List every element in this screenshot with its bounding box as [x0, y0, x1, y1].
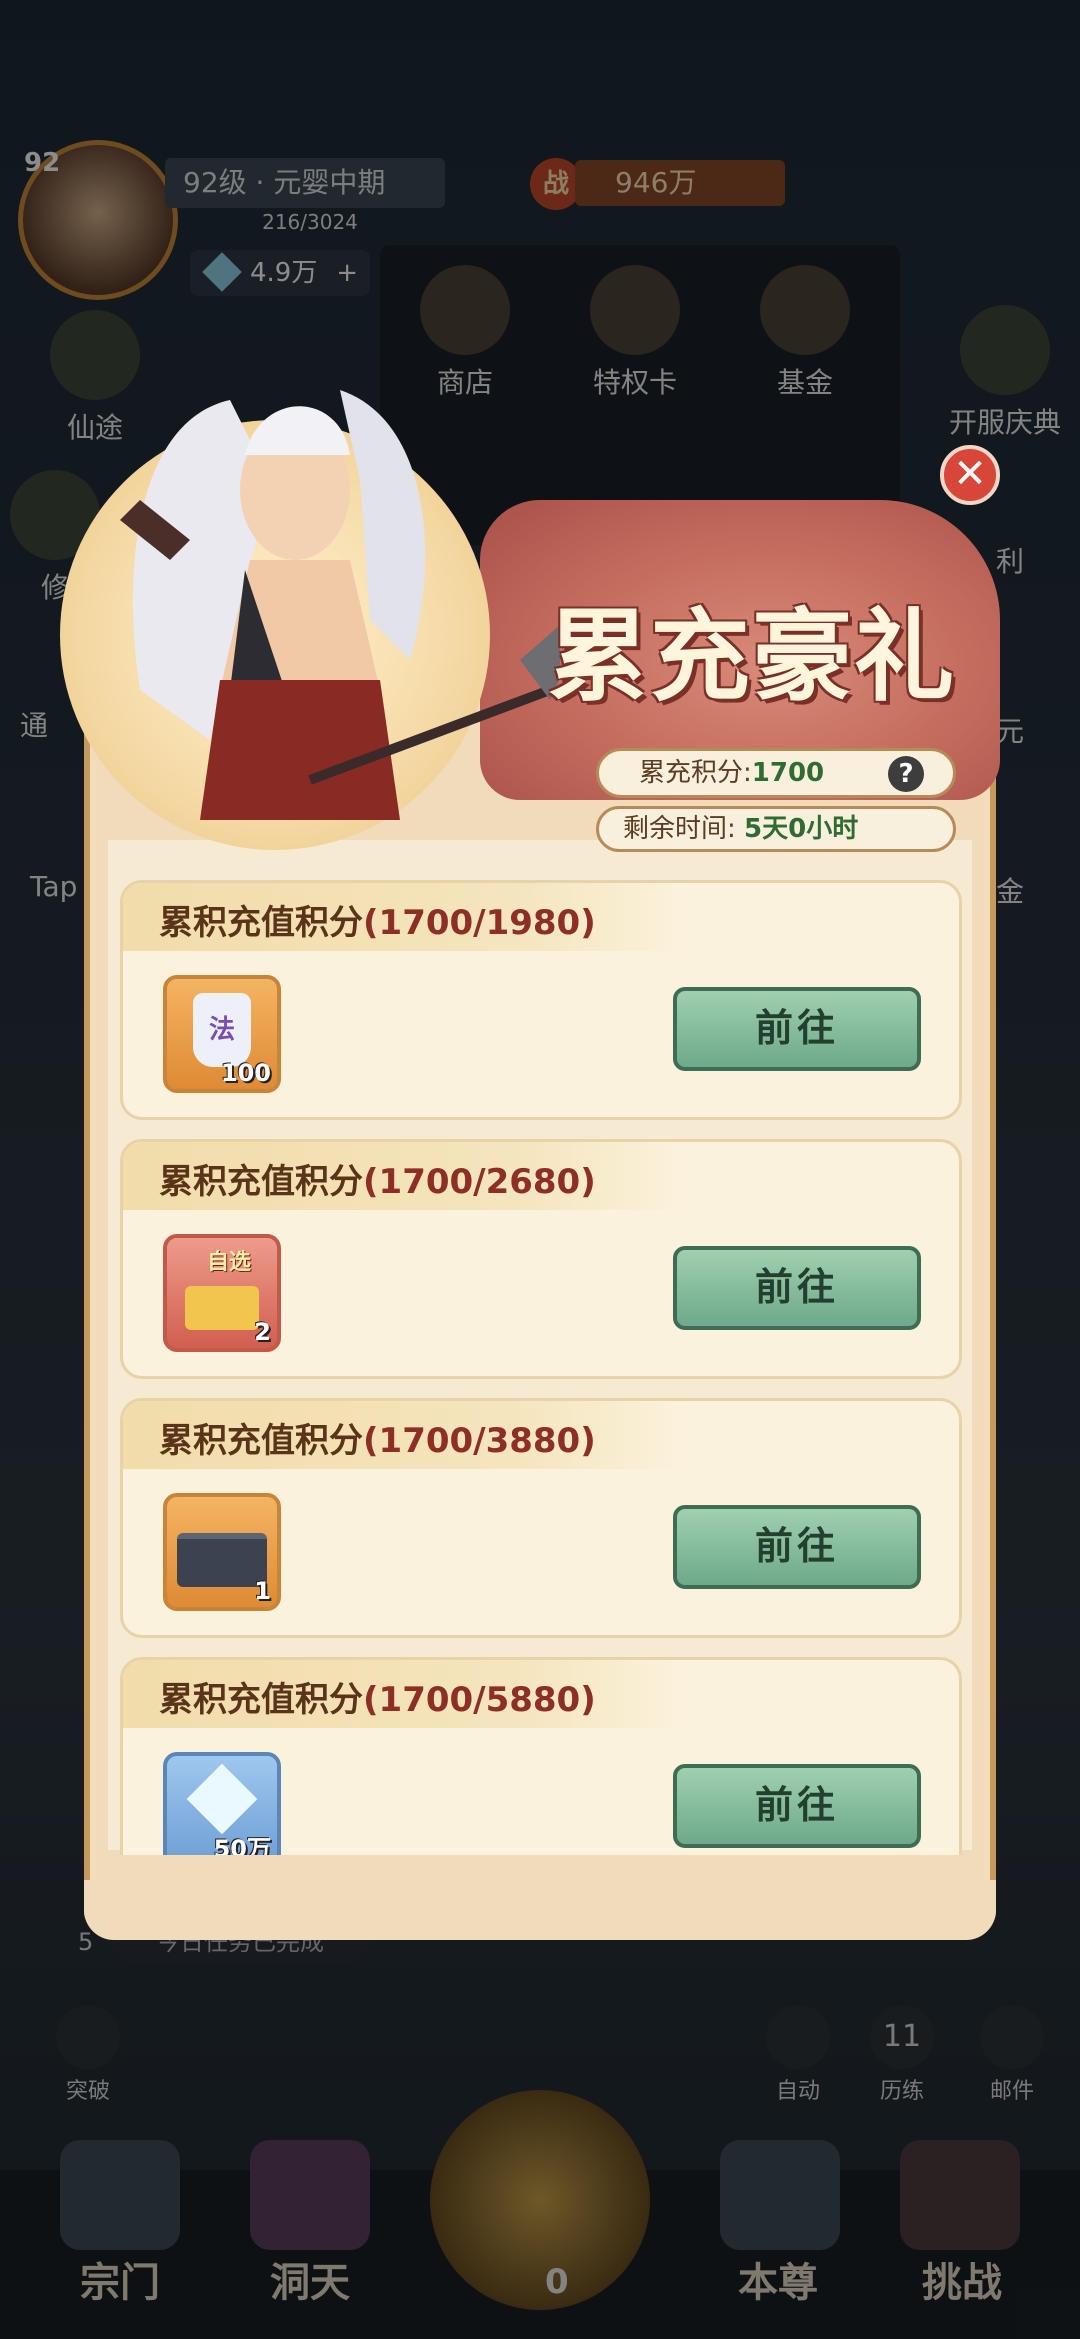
item-count: 50万	[213, 1835, 271, 1855]
reward-card: 累积充值积分(1700/2680) 自选 2 前往	[120, 1139, 962, 1379]
score-label: 累充积分:	[639, 758, 752, 788]
item-count: 100	[220, 1059, 271, 1087]
reward-card: 累积充值积分(1700/5880) 50万 前往	[120, 1657, 962, 1855]
crystal-icon[interactable]: 50万	[163, 1752, 281, 1855]
tier-progress: (1700/2680)	[363, 1162, 596, 1202]
go-button[interactable]: 前往	[673, 1764, 921, 1848]
tier-label: 累积充值积分	[159, 1680, 363, 1720]
card-title: 累积充值积分(1700/2680)	[159, 1154, 596, 1203]
tier-progress: (1700/5880)	[363, 1680, 596, 1720]
token-shape: 法	[193, 993, 251, 1067]
crystal-shape	[186, 1763, 258, 1835]
tier-progress: (1700/3880)	[363, 1421, 596, 1461]
reward-card: 累积充值积分(1700/1980) 法 100 前往	[120, 880, 962, 1120]
popup-title: 累充豪礼	[548, 597, 956, 715]
chest-shape	[185, 1286, 259, 1330]
card-title: 累积充值积分(1700/5880)	[159, 1672, 596, 1721]
tier-label: 累积充值积分	[159, 903, 363, 943]
fa-token-icon[interactable]: 法 100	[163, 975, 281, 1093]
popup-bottom-edge	[84, 1880, 996, 1940]
go-button[interactable]: 前往	[673, 987, 921, 1071]
go-button[interactable]: 前往	[673, 1505, 921, 1589]
chest-label: 自选	[207, 1250, 252, 1275]
tier-progress: (1700/1980)	[363, 903, 596, 943]
item-count: 2	[254, 1318, 271, 1346]
treasure-box-icon[interactable]: 1	[163, 1493, 281, 1611]
time-value: 5天0小时	[744, 814, 859, 844]
time-label: 剩余时间:	[623, 814, 736, 844]
help-icon[interactable]: ?	[888, 756, 924, 792]
card-title: 累积充值积分(1700/1980)	[159, 895, 596, 944]
item-count: 1	[254, 1577, 271, 1605]
reward-card: 累积充值积分(1700/3880) 1 前往	[120, 1398, 962, 1638]
close-button[interactable]: ✕	[940, 445, 1000, 505]
selectable-chest-icon[interactable]: 自选 2	[163, 1234, 281, 1352]
reward-list[interactable]: 累积充值积分(1700/1980) 法 100 前往 累积充值积分(1700/2…	[108, 875, 978, 1855]
card-title: 累积充值积分(1700/3880)	[159, 1413, 596, 1462]
tier-label: 累积充值积分	[159, 1421, 363, 1461]
hero-character	[120, 390, 560, 820]
go-button[interactable]: 前往	[673, 1246, 921, 1330]
score-value: 1700	[751, 758, 825, 788]
time-pill: 剩余时间: 5天0小时	[596, 806, 956, 852]
tier-label: 累积充值积分	[159, 1162, 363, 1202]
